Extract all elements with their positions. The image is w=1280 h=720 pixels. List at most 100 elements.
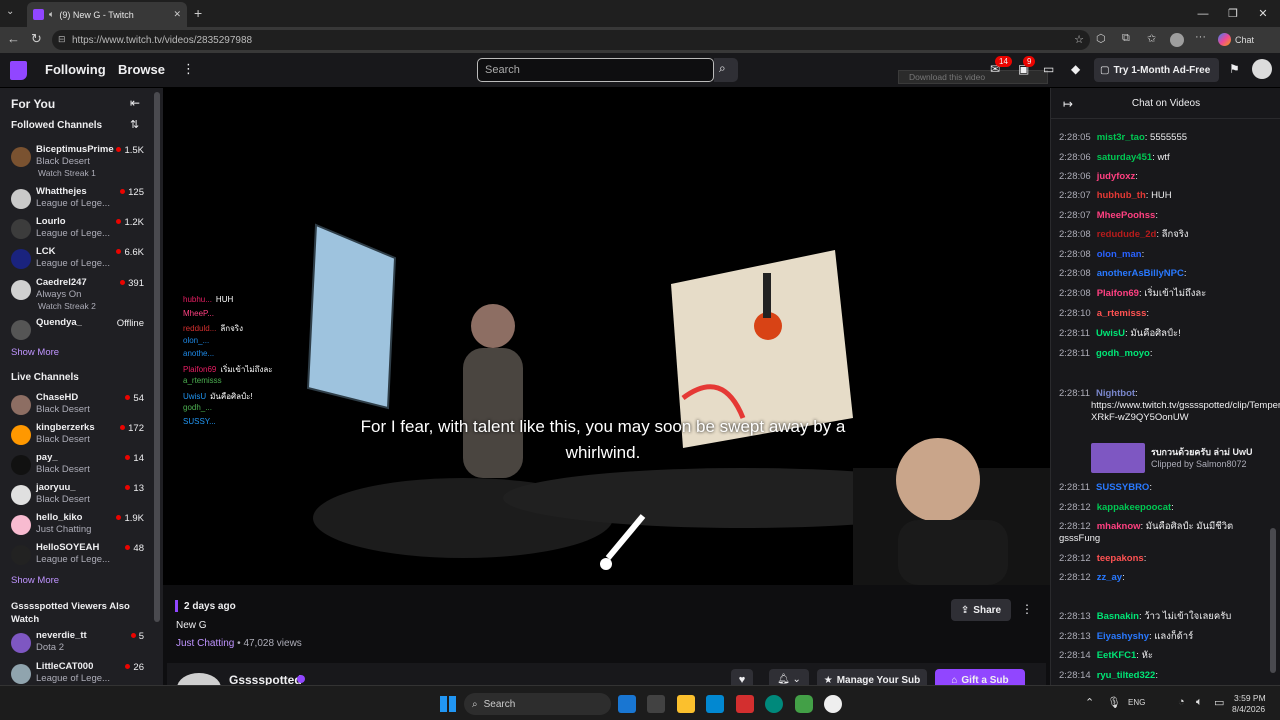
clock-date[interactable]: 8/4/2026 xyxy=(1232,704,1265,714)
split-screen-icon[interactable]: ⧉ xyxy=(1122,32,1130,45)
more-menu-icon[interactable]: ··· xyxy=(1195,31,1206,43)
line-app-icon[interactable] xyxy=(795,695,813,713)
sidebar-channel[interactable]: Whatthejes League of Lege... 125 xyxy=(0,185,152,215)
chat-username[interactable]: godh_moyo xyxy=(1096,348,1150,359)
store-app-icon[interactable] xyxy=(647,695,665,713)
sidebar-channel[interactable]: ChaseHD Black Desert 54 xyxy=(0,391,152,421)
search-input[interactable]: Search xyxy=(477,58,714,82)
favorite-star-icon[interactable]: ☆ xyxy=(1074,33,1084,46)
chat-username[interactable]: Plaifon69 xyxy=(1097,288,1139,299)
close-window-icon[interactable]: ✕ xyxy=(1248,0,1278,27)
battery-icon[interactable]: ▭ xyxy=(1214,696,1224,709)
whispers-icon[interactable]: ▭ xyxy=(1043,62,1054,76)
ad-free-button[interactable]: ▢ Try 1-Month Ad-Free xyxy=(1094,58,1219,82)
wifi-icon[interactable]: ◔ xyxy=(1178,696,1185,708)
tray-chevron-icon[interactable]: ⌃ xyxy=(1085,696,1094,709)
chat-username[interactable]: Nightbot xyxy=(1096,388,1135,399)
chat-username[interactable]: redudude_2d xyxy=(1097,229,1157,240)
edge-browser-icon[interactable] xyxy=(765,695,783,713)
sidebar-channel[interactable]: LCK League of Lege... 6.6K xyxy=(0,245,152,275)
user-avatar[interactable] xyxy=(1252,59,1272,79)
refresh-icon[interactable]: ↻ xyxy=(31,31,42,47)
chat-username[interactable]: mist3r_tao xyxy=(1097,132,1145,143)
prime-icon[interactable]: ⚑ xyxy=(1229,62,1240,76)
tab-list-icon[interactable]: ⌄ xyxy=(6,6,14,17)
chat-username[interactable]: judyfoxz xyxy=(1097,171,1136,182)
chat-username[interactable]: hubhub_th xyxy=(1097,190,1146,201)
profile-avatar[interactable] xyxy=(1170,33,1184,47)
chat-message: 2:28:11 Nightbot: https://www.twitch.tv/g… xyxy=(1059,388,1280,424)
new-tab-button[interactable]: + xyxy=(194,5,202,21)
chat-username[interactable]: Eiyashyshy xyxy=(1097,631,1149,642)
browse-link[interactable]: Browse xyxy=(118,62,165,77)
sort-icon[interactable]: ⇅ xyxy=(130,118,139,131)
bits-icon[interactable]: ◆ xyxy=(1071,62,1080,76)
chat-username[interactable]: olon_man xyxy=(1097,249,1142,260)
sidebar-channel[interactable]: HelloSOYEAH League of Lege... 48 xyxy=(0,541,152,571)
photos-app-icon[interactable] xyxy=(706,695,724,713)
chat-username[interactable]: zz_ay xyxy=(1097,572,1122,583)
audio-icon[interactable]: 🔈︎ xyxy=(49,9,54,20)
chat-separator: : xyxy=(1135,388,1138,399)
chat-username[interactable]: UwisU xyxy=(1096,328,1125,339)
sidebar-scrollbar[interactable] xyxy=(154,92,160,622)
search-button[interactable]: ⌕ xyxy=(714,58,738,82)
more-dots-icon[interactable]: ⋮ xyxy=(182,61,195,77)
channel-game: League of Lege... xyxy=(36,673,110,684)
chat-username[interactable]: teepakons xyxy=(1097,553,1144,564)
extensions-icon[interactable]: ⬡ xyxy=(1096,32,1106,45)
chat-username[interactable]: mhaknow xyxy=(1097,521,1141,532)
url-field[interactable]: ⊟ https://www.twitch.tv/videos/283529798… xyxy=(52,30,1090,50)
twitch-logo-icon[interactable] xyxy=(10,61,27,80)
chat-username[interactable]: saturday451 xyxy=(1097,152,1152,163)
start-icon[interactable] xyxy=(440,696,456,712)
sidebar-channel[interactable]: BiceptimusPrime Black Desert 1.5K Watch Str… xyxy=(0,143,152,178)
sidebar-channel[interactable]: kingberzerks Black Desert 172 xyxy=(0,421,152,451)
show-more-followed[interactable]: Show More xyxy=(11,347,59,358)
chat-username[interactable]: kappakeepoocat xyxy=(1097,502,1171,513)
video-more-icon[interactable]: ⋮ xyxy=(1021,602,1033,616)
sidebar-channel[interactable]: Lourlo League of Lege... 1.2K xyxy=(0,215,152,245)
following-link[interactable]: Following xyxy=(45,62,106,77)
share-button[interactable]: ⇪ Share xyxy=(951,599,1011,621)
sidebar-channel[interactable]: Quendya_ Offline xyxy=(0,316,152,346)
mail-app-icon[interactable] xyxy=(618,695,636,713)
sidebar-channel[interactable]: pay_ Black Desert 14 xyxy=(0,451,152,481)
sidebar-channel[interactable]: hello_kiko Just Chatting 1.9K xyxy=(0,511,152,541)
volume-icon[interactable]: 🔈︎ xyxy=(1196,696,1203,709)
category-link[interactable]: Just Chatting xyxy=(176,638,234,649)
clock-time[interactable]: 3:59 PM xyxy=(1234,693,1266,703)
chat-username[interactable]: MheePoohss xyxy=(1097,210,1156,221)
favorites-icon[interactable]: ✩ xyxy=(1147,32,1156,45)
maximize-icon[interactable]: ❐ xyxy=(1218,0,1248,27)
close-tab-icon[interactable]: ✕ xyxy=(173,9,181,20)
chat-username[interactable]: EetKFC1 xyxy=(1097,650,1137,661)
show-more-live[interactable]: Show More xyxy=(11,575,59,586)
chat-separator: : xyxy=(1146,308,1149,319)
language-indicator[interactable]: ENG xyxy=(1128,698,1145,707)
sidebar-channel[interactable]: LittleCAT000 League of Lege... 26 xyxy=(0,660,152,685)
minimize-icon[interactable]: — xyxy=(1188,0,1218,27)
chrome-app-icon[interactable] xyxy=(824,695,842,713)
sidebar-channel[interactable]: neverdie_tt Dota 2 5 xyxy=(0,629,152,659)
channel-name: neverdie_tt xyxy=(36,630,87,641)
chat-username[interactable]: anotherAsBillyNPC xyxy=(1097,268,1184,279)
video-player[interactable]: hubhu... HUH MheeP... redduld... ลีกจริง olon… xyxy=(163,88,1050,585)
chat-scrollbar[interactable] xyxy=(1270,528,1276,673)
chat-username[interactable]: ryu_tilted322 xyxy=(1097,670,1156,681)
sidebar-channel[interactable]: jaoryuu_ Black Desert 13 xyxy=(0,481,152,511)
collapse-sidebar-icon[interactable]: ⇤ xyxy=(130,96,140,110)
taskbar-search[interactable]: ⌕ Search xyxy=(464,693,611,715)
back-icon[interactable]: ← xyxy=(7,31,20,46)
chat-username[interactable]: a_rtemisss xyxy=(1097,308,1147,319)
browser-tab[interactable]: 🔈︎ (9) New G - Twitch ✕ xyxy=(27,2,187,27)
chat-username[interactable]: Basnakin xyxy=(1097,611,1139,622)
mic-icon[interactable]: 🎙︎ xyxy=(1107,696,1121,709)
letter-app-icon[interactable] xyxy=(736,695,754,713)
sidebar-channel[interactable]: Caedrel247 Always On 391 Watch Streak 2 xyxy=(0,276,152,311)
site-info-icon[interactable]: ⊟ xyxy=(58,34,66,45)
copilot-chat-button[interactable]: Chat xyxy=(1218,33,1254,46)
chat-username[interactable]: SUSSYBRO xyxy=(1096,482,1149,493)
clip-card[interactable]: รบกวนด้วยครับ ล่าม่ UwU Clipped by Salmo… xyxy=(1091,443,1273,473)
file-explorer-icon[interactable] xyxy=(677,695,695,713)
